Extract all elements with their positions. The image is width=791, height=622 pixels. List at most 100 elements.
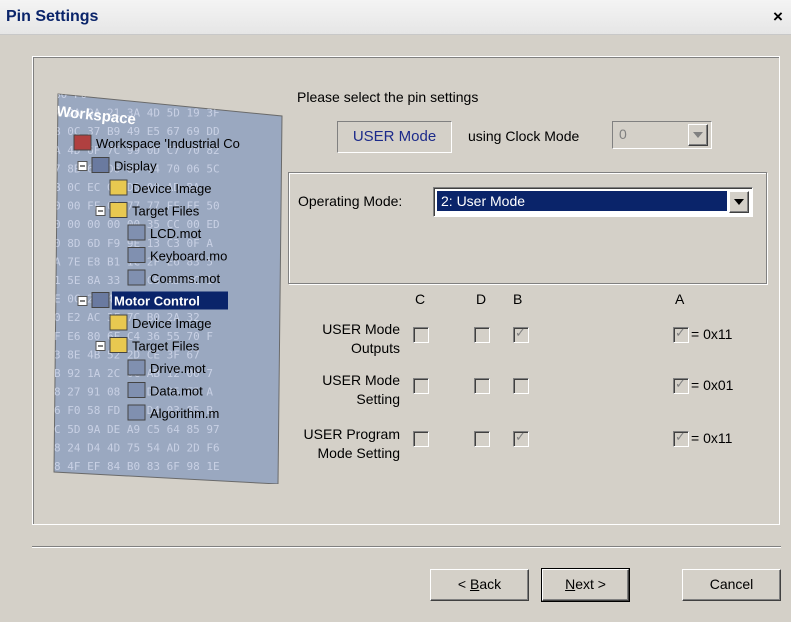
checkbox-outputs-d[interactable]	[474, 327, 490, 343]
clock-mode-value: 0	[619, 126, 627, 142]
file-icon	[127, 359, 146, 376]
tree-node[interactable]: Target Files	[95, 337, 200, 354]
tree-node[interactable]: Keyboard.mo	[127, 247, 227, 264]
clock-mode-select[interactable]: 0	[612, 121, 712, 149]
window-title: Pin Settings	[6, 8, 99, 25]
tree-node-label: Algorithm.m	[150, 406, 219, 421]
tree-node-label: Drive.mot	[150, 361, 206, 376]
tree-node-label: Data.mot	[150, 384, 203, 399]
column-header-c: C	[415, 291, 426, 307]
pin-row-label-line1: USER Program	[303, 426, 400, 442]
tree-node-label: Keyboard.mo	[150, 249, 227, 264]
next-button-rest: ext >	[575, 576, 606, 592]
checkbox-setting-b[interactable]	[513, 378, 529, 394]
column-header-d: D	[476, 291, 487, 307]
pin-row-label: USER Program Mode Setting	[280, 425, 400, 463]
file-icon	[127, 224, 146, 241]
close-button[interactable]: ×	[769, 8, 787, 26]
folder-icon	[109, 314, 128, 331]
tree-node-label: Target Files	[132, 339, 200, 354]
checkbox-outputs-a[interactable]: ✓	[673, 325, 689, 343]
cancel-button[interactable]: Cancel	[682, 569, 781, 601]
tree-node[interactable]: Motor Control	[77, 291, 228, 310]
tree-node-label: Display	[114, 159, 157, 174]
outputs-hex-value: = 0x11	[691, 326, 733, 342]
checkbox-setting-d[interactable]	[474, 378, 490, 394]
tree-node-label: LCD.mot	[150, 226, 202, 241]
workspace-illustration: 80 F0 4B D3 8D 9B C7 597 2A 9A 21 3A 4D …	[53, 88, 283, 484]
back-button-rest: ack	[479, 576, 502, 592]
checkbox-outputs-b[interactable]: ✓	[513, 325, 529, 343]
folder-icon	[109, 179, 128, 196]
tree-node[interactable]: Target Files	[95, 202, 200, 219]
clock-mode-dropdown-button[interactable]	[688, 124, 708, 146]
tree-node[interactable]: Device Image	[109, 179, 211, 196]
pin-row-label: USER Mode Outputs	[280, 320, 400, 358]
program-hex-value: = 0x11	[691, 430, 733, 446]
user-mode-label: USER Mode	[337, 121, 452, 153]
pin-row-label-line1: USER Mode	[322, 372, 400, 388]
operating-mode-dropdown-button[interactable]	[729, 191, 749, 213]
tree-node[interactable]: Comms.mot	[127, 269, 220, 286]
back-button[interactable]: < Back	[430, 569, 529, 601]
operating-mode-select[interactable]: 2: User Mode	[433, 187, 753, 217]
tree-node-label: Comms.mot	[150, 271, 220, 286]
file-icon	[127, 269, 146, 286]
back-button-prefix: <	[457, 576, 470, 592]
file-icon	[127, 382, 146, 398]
hex-row: 80 F0 4B D3 8D 9B C7 59	[54, 88, 206, 101]
tree-node[interactable]: Workspace 'Industrial Co	[73, 134, 240, 151]
tree-node[interactable]: Device Image	[109, 314, 211, 331]
button-separator	[32, 546, 781, 548]
column-header-b: B	[513, 291, 523, 307]
checkbox-program-d[interactable]	[474, 431, 490, 447]
file-icon	[127, 404, 146, 421]
tree-node[interactable]: Data.mot	[127, 382, 203, 399]
pin-row-label: USER Mode Setting	[280, 371, 400, 409]
checkbox-outputs-c[interactable]	[413, 327, 429, 343]
chevron-down-icon	[693, 132, 703, 138]
next-button-mnemonic: N	[565, 576, 576, 592]
checkbox-program-b[interactable]: ✓	[513, 429, 529, 447]
tree-node-label: Target Files	[132, 204, 200, 219]
chevron-down-icon	[734, 199, 744, 205]
title-bar: Pin Settings ×	[0, 0, 791, 35]
checkbox-program-a[interactable]: ✓	[673, 429, 689, 447]
hex-row: C 5D 9A DE A9 C5 64 85 97	[54, 423, 220, 436]
checkbox-program-c[interactable]	[413, 431, 429, 447]
pin-row-label-line2: Mode Setting	[317, 445, 401, 461]
check-icon: ✓	[515, 429, 526, 444]
tree-node-label: Workspace 'Industrial Co	[96, 136, 240, 151]
check-icon: ✓	[675, 325, 686, 340]
workspace-icon	[73, 134, 92, 151]
project-icon	[91, 292, 110, 308]
hex-row: 8 24 D4 4D 75 54 AD 2D F6	[54, 441, 220, 454]
tree-node-label: Device Image	[132, 316, 211, 331]
check-icon: ✓	[675, 376, 686, 391]
tree-node-label: Device Image	[132, 181, 211, 196]
using-clock-mode-label: using Clock Mode	[468, 128, 580, 144]
checkbox-setting-a[interactable]: ✓	[673, 376, 689, 394]
checkbox-setting-c[interactable]	[413, 378, 429, 394]
back-button-mnemonic: B	[469, 576, 480, 592]
operating-mode-selected: 2: User Mode	[437, 191, 727, 211]
file-icon	[127, 247, 146, 263]
pin-settings-prompt: Please select the pin settings	[297, 89, 479, 105]
pin-row-label-line2: Outputs	[350, 340, 400, 356]
tree-node[interactable]: LCD.mot	[127, 224, 202, 241]
check-icon: ✓	[675, 429, 686, 444]
pin-row-label-line1: USER Mode	[322, 321, 400, 337]
tree-node[interactable]: Drive.mot	[127, 359, 206, 376]
project-icon	[91, 157, 110, 173]
hex-row: 8 4F EF 84 B0 83 6F 98 1E	[54, 460, 220, 473]
tree-node[interactable]: Algorithm.m	[127, 404, 219, 421]
folder-open-icon	[109, 202, 128, 218]
next-button[interactable]: Next >	[541, 568, 630, 602]
column-header-a: A	[675, 291, 685, 307]
operating-mode-label: Operating Mode:	[298, 193, 403, 209]
tree-node-label: Motor Control	[114, 294, 200, 309]
setting-hex-value: = 0x01	[691, 377, 734, 393]
check-icon: ✓	[515, 325, 526, 340]
pin-row-label-line2: Setting	[356, 391, 400, 407]
folder-open-icon	[109, 337, 128, 353]
